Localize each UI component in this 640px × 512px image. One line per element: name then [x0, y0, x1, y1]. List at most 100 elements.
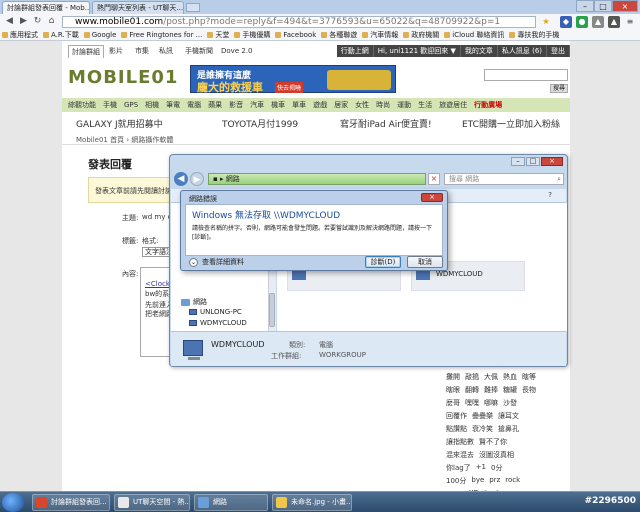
category-link[interactable]: 旅遊居住 — [439, 100, 467, 110]
nav-dove[interactable]: Dove 2.0 — [218, 45, 255, 57]
category-link[interactable]: GPS — [124, 101, 138, 109]
category-link[interactable]: 生活 — [418, 100, 432, 110]
emoticon-link[interactable]: 100分 — [446, 476, 466, 486]
emoticon-link[interactable]: 攤開 — [446, 372, 460, 382]
emoticon-link[interactable]: 難捧 — [484, 385, 498, 395]
nav-news[interactable]: 手機新聞 — [182, 45, 216, 57]
maximize-button[interactable]: □ — [526, 157, 540, 166]
taskbar-item-network[interactable]: 網路 — [194, 494, 268, 511]
bookmark[interactable]: iCloud 聯絡資訊 — [444, 30, 504, 40]
emoticon-link[interactable]: 賢不了你 — [479, 437, 507, 447]
tab-chatroom[interactable]: 熱門聊天室列表 - UT聊天...× — [92, 1, 184, 14]
cancel-button[interactable]: 取消 — [407, 256, 443, 268]
explorer-address-bar[interactable]: ▪ ▸ 網路 — [208, 173, 426, 185]
back-arrow-icon[interactable]: ◀ — [174, 172, 188, 186]
minimize-button[interactable]: – — [511, 157, 525, 166]
forward-arrow-icon[interactable]: ▶ — [18, 16, 29, 27]
emoticon-link[interactable]: 疊疊樂 — [472, 411, 493, 421]
emoticon-link[interactable]: 衰冷笑 — [472, 424, 493, 434]
category-link[interactable]: 時尚 — [376, 100, 390, 110]
emoticon-link[interactable]: 哪嘛 — [484, 398, 498, 408]
nav-forum[interactable]: 討論群組 — [68, 45, 104, 58]
minimize-button[interactable]: – — [576, 0, 594, 12]
bookmark[interactable]: A.R.下載 — [43, 30, 79, 40]
taskbar-item-chrome[interactable]: 討論群組發表回... — [32, 494, 110, 511]
ad-link[interactable]: GALAXY J就用招募中 — [76, 117, 163, 130]
category-link[interactable]: 電腦 — [187, 100, 201, 110]
bookmark[interactable]: 各種聯遊 — [321, 30, 357, 40]
category-link[interactable]: 筆電 — [166, 100, 180, 110]
nav-video[interactable]: 影片 — [106, 45, 126, 57]
back-arrow-icon[interactable]: ◀ — [4, 16, 15, 27]
maximize-button[interactable]: □ — [594, 0, 612, 12]
see-details-toggle[interactable]: ⌄ 查看詳細資料 — [189, 257, 244, 267]
emoticon-link[interactable]: prz — [489, 476, 500, 486]
ad-banner[interactable]: 是誰擁有這麼 龐大的救援車 快去揭曉 — [190, 65, 396, 94]
tree-item-network[interactable]: 網路 — [181, 297, 207, 307]
category-link[interactable]: 行動廣場 — [474, 100, 502, 110]
emoticon-link[interactable]: 熱血 — [503, 372, 517, 382]
emoticon-link[interactable]: 大佩 — [484, 372, 498, 382]
nav-messages[interactable]: 私訊 — [156, 45, 176, 57]
bookmark[interactable]: Facebook — [275, 31, 316, 39]
new-tab-button[interactable] — [186, 3, 200, 12]
emoticon-link[interactable]: 搶鼻孔 — [498, 424, 519, 434]
category-link[interactable]: 手機 — [103, 100, 117, 110]
diagnose-button[interactable]: 診斷(D) — [365, 256, 401, 268]
emoticon-link[interactable]: 沙發 — [503, 398, 517, 408]
category-link[interactable]: 影音 — [229, 100, 243, 110]
emoticon-link[interactable]: 你lag了 — [446, 463, 471, 473]
emoticon-link[interactable]: 0分 — [491, 463, 502, 473]
explorer-search-input[interactable]: 搜尋 網路 ⌕ — [444, 173, 564, 185]
emoticon-link[interactable]: rock — [505, 476, 520, 486]
bookmark[interactable]: 應用程式 — [2, 30, 38, 40]
emoticon-link[interactable]: 讓耳文 — [498, 411, 519, 421]
emoticon-link[interactable]: 麼哥 — [446, 398, 460, 408]
tab-forum-reply[interactable]: 討論群組發表回覆 - Mob...× — [2, 1, 90, 14]
bookmark[interactable]: 政府機關 — [403, 30, 439, 40]
bookmark[interactable]: 天堂 — [207, 30, 229, 40]
extension-icon[interactable]: ● — [576, 16, 588, 28]
bookmark[interactable]: 專扶我的手機 — [509, 30, 559, 40]
category-link[interactable]: 女性 — [355, 100, 369, 110]
emoticon-link[interactable]: 糖罐 — [503, 385, 517, 395]
category-link[interactable]: 蘋果 — [208, 100, 222, 110]
my-posts-link[interactable]: 我的文章 — [461, 45, 498, 57]
category-link[interactable]: 汽車 — [250, 100, 264, 110]
scrollbar-thumb[interactable] — [269, 293, 275, 327]
forward-arrow-icon[interactable]: ▶ — [190, 172, 204, 186]
emoticon-link[interactable]: 瞎等 — [522, 372, 536, 382]
emoticon-link[interactable]: bye — [471, 476, 484, 486]
site-search-input[interactable] — [484, 69, 568, 81]
extension-icon[interactable]: ▲ — [608, 16, 620, 28]
star-icon[interactable]: ★ — [540, 16, 552, 28]
category-link[interactable]: 運動 — [397, 100, 411, 110]
close-button[interactable]: × — [541, 157, 563, 166]
emoticon-link[interactable]: 瞎眼 — [446, 385, 460, 395]
nav-market[interactable]: 市集 — [132, 45, 152, 57]
emoticon-link[interactable]: 長物 — [522, 385, 536, 395]
bookmark[interactable]: Free Ringtones for ... — [121, 31, 202, 39]
category-link[interactable]: 單車 — [292, 100, 306, 110]
home-icon[interactable]: ⌂ — [46, 16, 57, 27]
emoticon-link[interactable]: 點讚點 — [446, 424, 467, 434]
menu-icon[interactable]: ≡ — [624, 16, 636, 28]
ad-link[interactable]: TOYOTA月付1999 — [222, 117, 298, 130]
ad-link[interactable]: 寫牙耐iPad Air便宜賣! — [340, 117, 432, 130]
ad-link[interactable]: ETC開購一立即加入粉絲 — [462, 117, 560, 130]
stop-icon[interactable]: × — [428, 173, 440, 185]
emoticon-link[interactable]: 回覆作 — [446, 411, 467, 421]
emoticon-link[interactable]: 沒圖沒真相 — [479, 450, 514, 460]
user-greeting[interactable]: Hi, uni1121 歡迎回來 ▼ — [374, 45, 461, 57]
taskbar-item-ut-chat[interactable]: UT聊天空間 - 熱... — [114, 494, 190, 511]
site-search-button[interactable]: 搜尋 — [550, 84, 568, 93]
close-button[interactable]: × — [421, 193, 443, 202]
emoticon-link[interactable]: 嘿嘿 — [465, 398, 479, 408]
category-link[interactable]: 居家 — [334, 100, 348, 110]
bookmark[interactable]: 手機優購 — [234, 30, 270, 40]
mobile-link[interactable]: 行動上網 — [337, 45, 374, 57]
close-window-button[interactable]: × — [612, 0, 638, 12]
extension-icon[interactable]: ▲ — [592, 16, 604, 28]
emoticon-link[interactable]: 敲搗 — [465, 372, 479, 382]
bookmark[interactable]: 汽車情報 — [362, 30, 398, 40]
